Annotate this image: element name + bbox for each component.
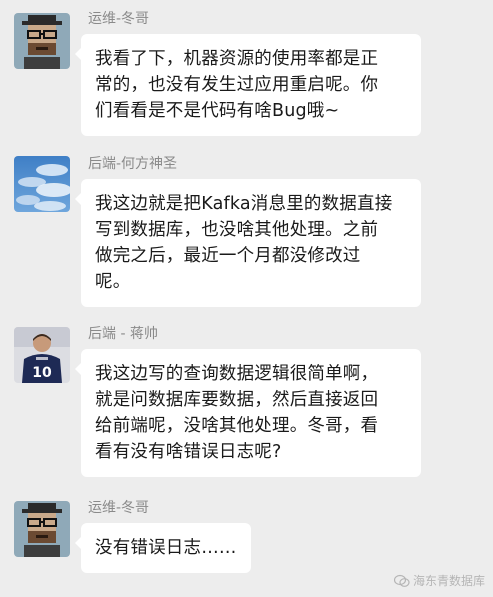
pixel-avatar-hat-glasses-icon — [14, 13, 70, 69]
message-line: 没有错误日志…… — [95, 538, 237, 558]
message-line: 就是问数据库要数据，然后直接返回 — [95, 390, 379, 410]
message-line: 们看看是不是代码有啥Bug哦~ — [95, 101, 340, 121]
message-bubble[interactable]: 我这边写的查询数据逻辑很简单啊， 就是问数据库要数据，然后直接返回 给前端呢，没… — [75, 349, 421, 477]
pixel-avatar-hat-glasses-icon — [14, 501, 70, 557]
sky-clouds-avatar-icon — [14, 156, 70, 212]
avatar[interactable]: 10 — [14, 327, 70, 383]
message-bubble[interactable]: 没有错误日志…… — [75, 523, 251, 573]
chat-window: { "messages": [ { "sender": "运维-冬哥", "av… — [0, 0, 493, 597]
message-line: 呢。 — [95, 272, 131, 292]
message-bubble[interactable]: 我看了下，机器资源的使用率都是正 常的，也没有发生过应用重启呢。你 们看看是不是… — [75, 34, 421, 136]
message-line: 做完之后，最近一个月都没修改过 — [95, 246, 361, 266]
soccer-player-avatar-icon: 10 — [14, 327, 70, 383]
avatar[interactable] — [14, 156, 70, 212]
wechat-official-account-icon — [393, 574, 410, 588]
message-line: 看有没有啥错误日志呢? — [95, 442, 282, 462]
watermark: 海东青数据库 — [393, 572, 485, 589]
avatar[interactable] — [14, 13, 70, 69]
sender-name: 后端-何方神圣 — [88, 156, 178, 172]
message-line: 我看了下，机器资源的使用率都是正 — [95, 49, 379, 69]
sender-name: 运维-冬哥 — [88, 500, 150, 516]
watermark-text: 海东青数据库 — [412, 574, 485, 588]
message-line: 我这边写的查询数据逻辑很简单啊， — [95, 364, 379, 384]
message-line: 我这边就是把Kafka消息里的数据直接 — [95, 194, 393, 214]
message-line: 常的，也没有发生过应用重启呢。你 — [95, 75, 379, 95]
svg-text:10: 10 — [32, 365, 52, 381]
sender-name: 后端 - 蒋帅 — [88, 326, 158, 342]
message-bubble[interactable]: 我这边就是把Kafka消息里的数据直接 写到数据库，也没啥其他处理。之前 做完之… — [75, 179, 421, 307]
sender-name: 运维-冬哥 — [88, 11, 150, 27]
message-line: 给前端呢，没啥其他处理。冬哥，看 — [95, 416, 379, 436]
message-line: 写到数据库，也没啥其他处理。之前 — [95, 220, 379, 240]
avatar[interactable] — [14, 501, 70, 557]
